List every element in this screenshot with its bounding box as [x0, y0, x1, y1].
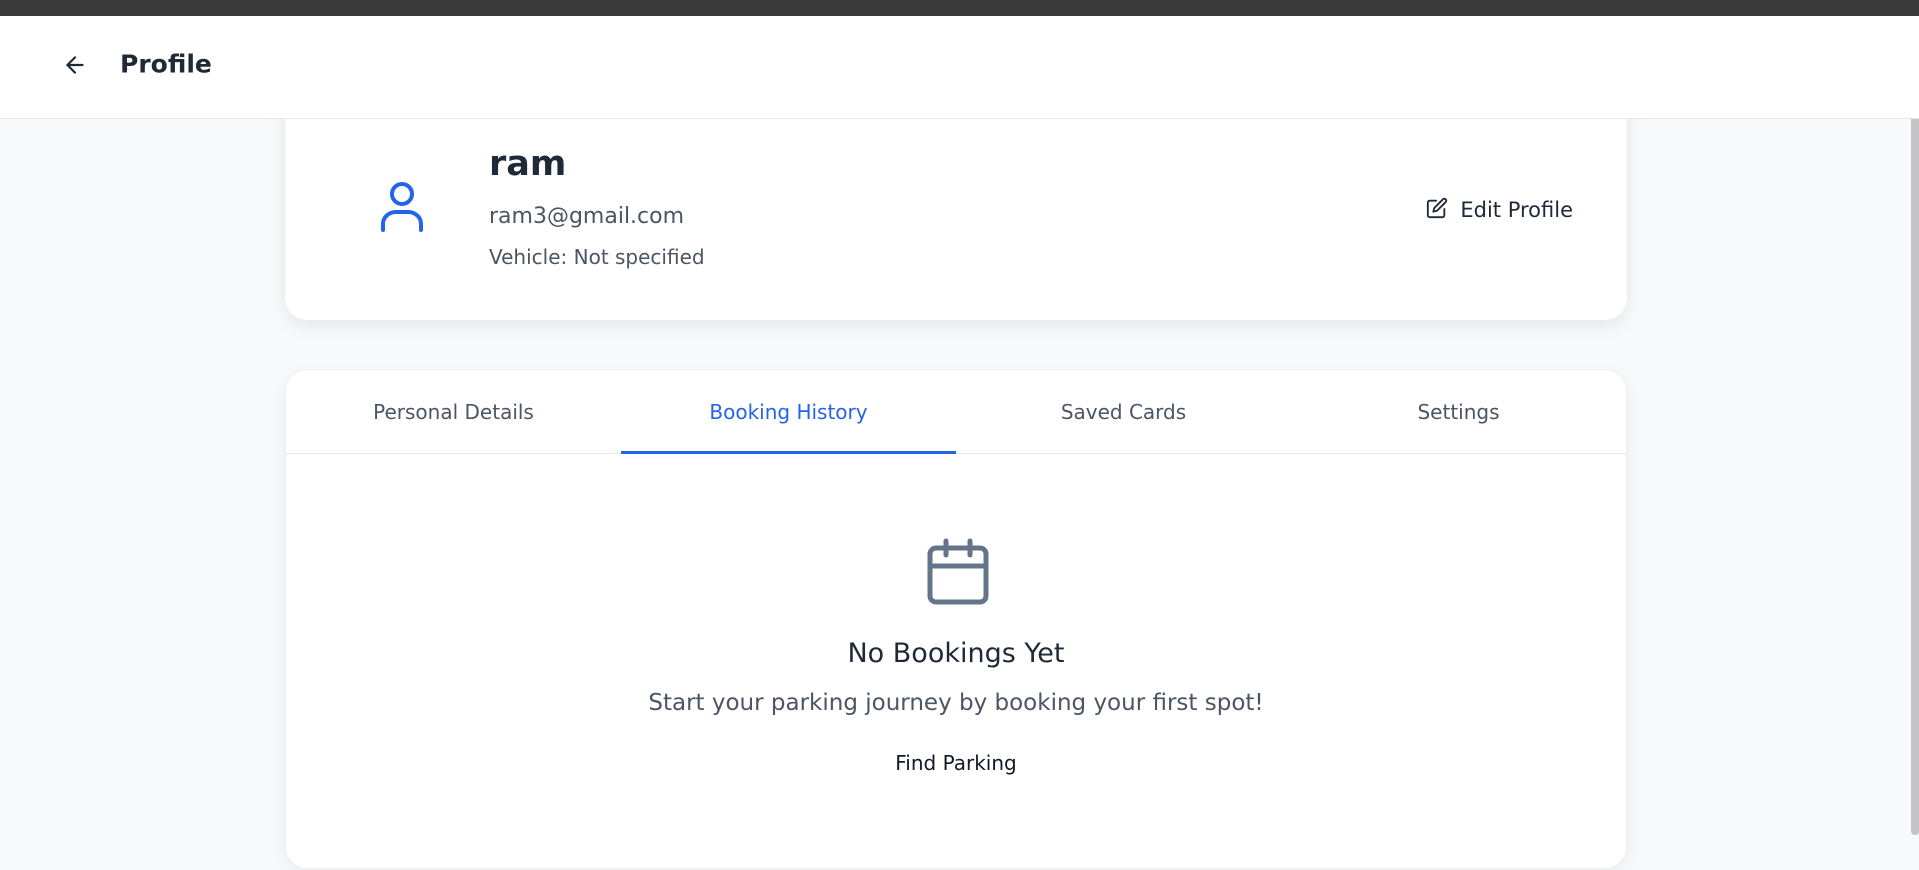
user-vehicle: Vehicle: Not specified: [489, 245, 705, 269]
browser-top-strip: [0, 0, 1919, 16]
scrollbar-thumb[interactable]: [1911, 96, 1919, 835]
user-name: ram: [489, 144, 567, 184]
edit-profile-button[interactable]: Edit Profile: [1426, 193, 1573, 227]
app-header: Profile: [0, 16, 1919, 119]
user-icon: [379, 180, 425, 238]
tab-saved-cards[interactable]: Saved Cards: [956, 370, 1291, 453]
user-email: ram3@gmail.com: [489, 204, 685, 229]
arrow-left-icon: [62, 52, 88, 82]
edit-icon: [1426, 197, 1448, 224]
tab-personal-details[interactable]: Personal Details: [286, 370, 621, 453]
tab-booking-history[interactable]: Booking History: [621, 370, 956, 454]
tab-settings[interactable]: Settings: [1291, 370, 1626, 453]
empty-state-subtitle: Start your parking journey by booking yo…: [648, 690, 1264, 716]
page-title: Profile: [120, 49, 212, 79]
booking-empty-state: No Bookings Yet Start your parking journ…: [286, 454, 1626, 870]
profile-tabs: Personal Details Booking History Saved C…: [286, 370, 1626, 454]
back-button[interactable]: [57, 49, 93, 85]
tabs-card: Personal Details Booking History Saved C…: [285, 369, 1627, 869]
empty-state-title: No Bookings Yet: [847, 638, 1065, 669]
find-parking-button[interactable]: Find Parking: [846, 741, 1066, 785]
edit-profile-label: Edit Profile: [1460, 198, 1573, 222]
calendar-icon: [926, 538, 990, 606]
avatar: [367, 174, 437, 244]
